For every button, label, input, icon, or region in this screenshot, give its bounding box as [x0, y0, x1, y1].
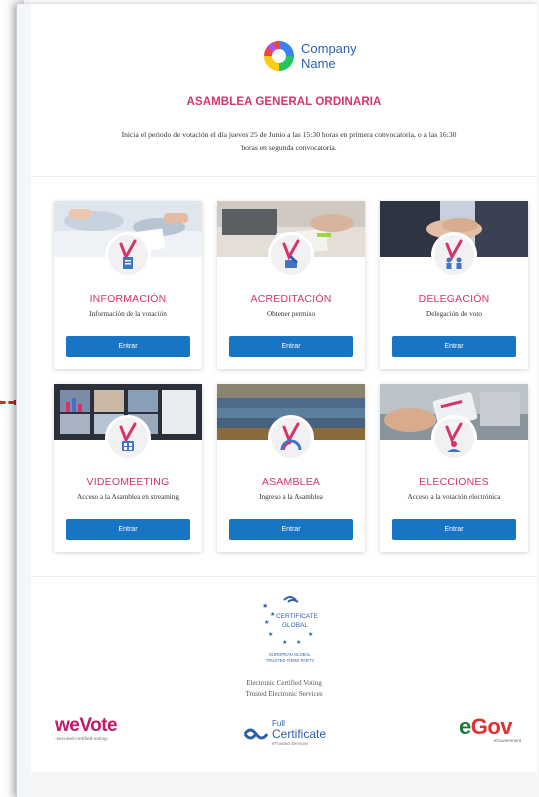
people-icon — [445, 239, 463, 269]
divider — [31, 576, 537, 577]
document-icon — [119, 239, 137, 269]
egov-e: e — [459, 714, 471, 739]
egov-gov: Gov — [470, 714, 513, 739]
svg-text:★: ★ — [264, 619, 269, 626]
company-logo: Company Name — [261, 38, 357, 74]
card-subtitle: Obtener permiso — [266, 310, 316, 318]
card-title: ASAMBLEA — [261, 476, 321, 488]
card-delegacion: DELEGACIÓN Delegación de voto Entrar — [380, 201, 528, 369]
card-title: INFORMACIÓN — [89, 293, 167, 305]
card-title: VIDEOMEETING — [86, 476, 170, 488]
card-title: ACREDITACIÓN — [250, 293, 332, 305]
egov-logo: eGov eGovernment — [459, 716, 521, 750]
seal-line2: GLOBAL — [282, 622, 308, 629]
svg-text:★: ★ — [270, 611, 275, 618]
wevote-logo: weVote -secured-certified-voting- — [55, 716, 135, 748]
page-container: Company Name ASAMBLEA GENERAL ORDINARIA … — [16, 4, 539, 797]
seal-line3: EUROPEAN GLOBAL — [269, 652, 311, 657]
company-name-line2: Name — [301, 56, 336, 71]
certificate-global-seal: ★ ★ ★ ★ ★ ★ ★ CERTIFICATE GLOBAL EUROPEA… — [262, 596, 319, 663]
svg-text:★: ★ — [296, 639, 301, 646]
page-title: ASAMBLEA GENERAL ORDINARIA — [186, 96, 382, 108]
intro-text: Inicia el periodo de votación el día jue… — [121, 130, 457, 152]
card-subtitle: Información de la votación — [89, 310, 167, 318]
svg-text:★: ★ — [282, 639, 287, 646]
card-subtitle: Acceso a la votación electrónica — [407, 493, 501, 501]
handshake-icon — [243, 728, 269, 740]
vote-hand-icon — [445, 422, 463, 452]
enter-button-acreditacion[interactable]: Entrar — [229, 336, 353, 357]
card-title: DELEGACIÓN — [418, 293, 490, 305]
logo-icon — [264, 41, 294, 71]
card-acreditacion: ACREDITACIÓN Obtener permiso Entrar — [217, 201, 365, 369]
wevote-wordmark: weVote — [55, 715, 118, 736]
pen-icon — [282, 239, 300, 268]
wevote-tagline: -secured-certified-voting- — [55, 736, 109, 741]
card-videomeeting: VIDEOMEETING Acceso a la Asamblea en str… — [54, 384, 202, 552]
svg-text:★: ★ — [308, 631, 313, 638]
card-badge — [271, 235, 311, 275]
seal-line4: TRUSTED THIRD PARTY — [266, 658, 315, 663]
enter-button-elecciones[interactable]: Entrar — [392, 519, 516, 540]
card-asamblea: ASAMBLEA Ingreso a la Asamblea Entrar — [217, 384, 365, 552]
speedometer-icon — [280, 422, 302, 451]
enter-button-videomeeting[interactable]: Entrar — [66, 519, 190, 540]
full-certificate-logo: Full Certificate eTrusted Services — [243, 716, 343, 752]
card-title: ELECCIONES — [419, 476, 489, 488]
card-badge — [434, 235, 474, 275]
card-subtitle: Ingreso a la Asamblea — [259, 493, 323, 501]
card-elecciones: ELECCIONES Acceso a la votación electrón… — [380, 384, 528, 552]
card-informacion: INFORMACIÓN Información de la votación E… — [54, 201, 202, 369]
content-panel: Company Name ASAMBLEA GENERAL ORDINARIA … — [31, 4, 537, 772]
card-badge — [108, 235, 148, 275]
enter-button-informacion[interactable]: Entrar — [66, 336, 190, 357]
video-icon — [119, 422, 137, 451]
card-badge — [271, 418, 311, 458]
card-badge — [434, 418, 474, 458]
svg-text:★: ★ — [262, 602, 268, 610]
footer-captions: Electronic Certified Voting Trusted Elec… — [31, 678, 537, 700]
footer-caption-services: Trusted Electronic Services — [245, 690, 323, 698]
card-subtitle: Acceso a la Asamblea en streaming — [77, 493, 179, 501]
card-subtitle: Delegación de voto — [426, 310, 482, 318]
company-name: Company Name — [301, 41, 357, 71]
guide-line — [0, 401, 14, 404]
footer-caption-voting: Electronic Certified Voting — [246, 679, 322, 687]
divider — [31, 176, 537, 177]
full-certificate-text: Full Certificate eTrusted Services — [272, 719, 326, 749]
enter-button-asamblea[interactable]: Entrar — [229, 519, 353, 540]
seal-line1: CERTIFICATE — [276, 613, 319, 620]
svg-text:★: ★ — [268, 631, 273, 638]
company-name-line1: Company — [301, 41, 357, 56]
card-badge — [108, 418, 148, 458]
fullcert-line2: Certificate — [272, 727, 327, 741]
egov-wordmark: eGov — [459, 716, 521, 738]
enter-button-delegacion[interactable]: Entrar — [392, 336, 516, 357]
